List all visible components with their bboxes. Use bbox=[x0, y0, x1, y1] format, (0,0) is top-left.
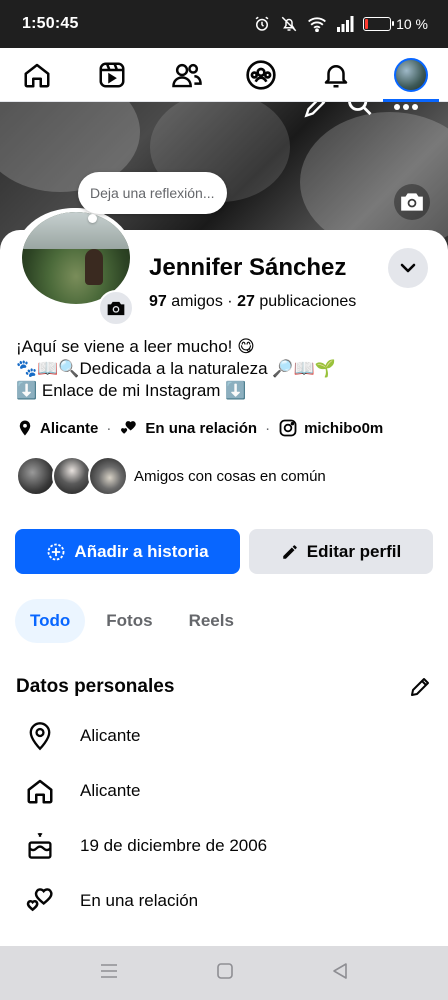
bio-line: 🐾📖🔍Dedicada a la naturaleza 🔎📖🌱 bbox=[16, 359, 336, 378]
edit-icon[interactable] bbox=[302, 102, 328, 123]
location-pin-icon bbox=[24, 720, 56, 752]
chevron-down-icon bbox=[400, 263, 416, 273]
pencil-icon bbox=[283, 544, 297, 559]
profile-meta: Alicante · En una relación · michibo0m bbox=[16, 418, 383, 438]
hearts-icon bbox=[24, 885, 56, 917]
add-circle-icon bbox=[48, 543, 65, 560]
battery-icon bbox=[363, 17, 395, 31]
detail-location-text: Alicante bbox=[80, 726, 141, 745]
battery: 10 % bbox=[363, 16, 428, 32]
status-time: 1:50:45 bbox=[22, 15, 79, 32]
profile-photo-figure bbox=[84, 248, 103, 285]
more-options-icon[interactable] bbox=[392, 102, 420, 118]
add-story-button[interactable]: Añadir a historia bbox=[15, 529, 240, 574]
mutual-avatar bbox=[52, 456, 92, 496]
friends-icon bbox=[171, 63, 202, 87]
recent-apps-button[interactable] bbox=[99, 962, 119, 985]
profile-camera-button[interactable] bbox=[98, 290, 134, 326]
home-button[interactable] bbox=[216, 962, 234, 985]
detail-location: Alicante bbox=[24, 720, 140, 752]
menu-lines-icon bbox=[100, 963, 117, 978]
hearts-icon bbox=[121, 421, 137, 434]
notifications-icon bbox=[324, 64, 348, 87]
meta-separator: · bbox=[106, 419, 112, 437]
detail-birthday: 19 de diciembre de 2006 bbox=[24, 830, 267, 862]
home-icon bbox=[24, 63, 50, 87]
instagram-icon bbox=[279, 419, 297, 437]
wifi-icon bbox=[308, 17, 327, 32]
mutual-friends[interactable]: Amigos con cosas en común bbox=[16, 456, 326, 496]
status-icons: 10 % bbox=[253, 15, 428, 33]
meta-instagram[interactable]: michibo0m bbox=[304, 420, 383, 437]
edit-profile-button[interactable]: Editar perfil bbox=[249, 529, 433, 574]
home-icon bbox=[24, 775, 56, 807]
profile-avatar bbox=[393, 57, 428, 92]
camera-icon bbox=[107, 301, 125, 315]
signal-icon bbox=[337, 16, 354, 32]
back-triangle-icon bbox=[333, 962, 348, 979]
detail-hometown-text: Alicante bbox=[80, 781, 141, 800]
tab-reels[interactable]: Reels bbox=[174, 599, 249, 643]
tab-all[interactable]: Todo bbox=[15, 599, 86, 643]
meta-relationship: En una relación bbox=[145, 419, 258, 437]
stats-separator: · bbox=[227, 293, 233, 310]
edit-details-button[interactable] bbox=[408, 675, 432, 704]
nav-friends[interactable] bbox=[159, 48, 215, 102]
mutual-friends-label: Amigos con cosas en común bbox=[134, 467, 326, 485]
add-story-label: Añadir a historia bbox=[74, 541, 209, 561]
profile-stats: 97 amigos · 27 publicaciones bbox=[149, 293, 356, 311]
meta-separator: · bbox=[265, 419, 271, 437]
search-icon[interactable] bbox=[346, 102, 374, 123]
status-bar: 1:50:45 10 % bbox=[0, 0, 448, 48]
mutual-avatar bbox=[88, 456, 128, 496]
bio-line: ¡Aquí se viene a leer mucho! 😋 bbox=[16, 337, 255, 356]
nav-profile[interactable] bbox=[382, 48, 439, 102]
profile-name: Jennifer Sánchez bbox=[149, 254, 347, 281]
profile-tabs: Todo Fotos Reels bbox=[15, 599, 249, 643]
nav-groups[interactable] bbox=[233, 48, 289, 102]
detail-birthday-text: 19 de diciembre de 2006 bbox=[80, 836, 268, 855]
mutual-avatar bbox=[16, 456, 56, 496]
cover-camera-button[interactable] bbox=[394, 184, 430, 220]
detail-relationship-text: En una relación bbox=[80, 891, 199, 910]
nav-video[interactable] bbox=[84, 48, 140, 102]
birthday-cake-icon bbox=[24, 830, 56, 862]
personal-details-title: Datos personales bbox=[16, 676, 175, 697]
meta-location: Alicante bbox=[40, 419, 99, 437]
bio: ¡Aquí se viene a leer mucho! 😋 🐾📖🔍Dedica… bbox=[16, 336, 436, 402]
battery-level-fill bbox=[365, 19, 368, 29]
app-navbar bbox=[0, 48, 448, 102]
edit-profile-label: Editar perfil bbox=[306, 541, 402, 561]
video-icon bbox=[99, 62, 125, 87]
friends-count: 97 bbox=[149, 293, 167, 310]
reflection-bubble-tail bbox=[88, 214, 97, 223]
nav-home[interactable] bbox=[9, 48, 65, 102]
battery-percent: 10 % bbox=[396, 16, 428, 32]
system-navigation bbox=[0, 946, 448, 1000]
profile-photo-sky bbox=[22, 212, 130, 249]
detail-hometown: Alicante bbox=[24, 775, 140, 807]
reflection-bubble[interactable]: Deja una reflexión... bbox=[78, 172, 227, 214]
back-button[interactable] bbox=[331, 962, 349, 985]
profile-more-button[interactable] bbox=[388, 248, 428, 288]
posts-count: 27 bbox=[237, 293, 255, 310]
square-icon bbox=[217, 962, 233, 979]
reflection-placeholder: Deja una reflexión... bbox=[90, 185, 215, 201]
alarm-icon bbox=[255, 16, 269, 31]
detail-relationship: En una relación bbox=[24, 885, 198, 917]
bio-line: ⬇️ Enlace de mi Instagram ⬇️ bbox=[16, 381, 247, 400]
tab-photos[interactable]: Fotos bbox=[91, 599, 167, 643]
groups-icon bbox=[246, 59, 276, 90]
menu-icon[interactable] bbox=[14, 102, 42, 114]
nav-notifications[interactable] bbox=[308, 48, 364, 102]
location-pin-icon bbox=[19, 420, 31, 436]
posts-label[interactable]: publicaciones bbox=[259, 293, 356, 310]
pencil-outline-icon bbox=[411, 678, 429, 696]
camera-icon bbox=[401, 193, 423, 211]
friends-label[interactable]: amigos bbox=[171, 293, 223, 310]
mute-icon bbox=[281, 16, 297, 32]
